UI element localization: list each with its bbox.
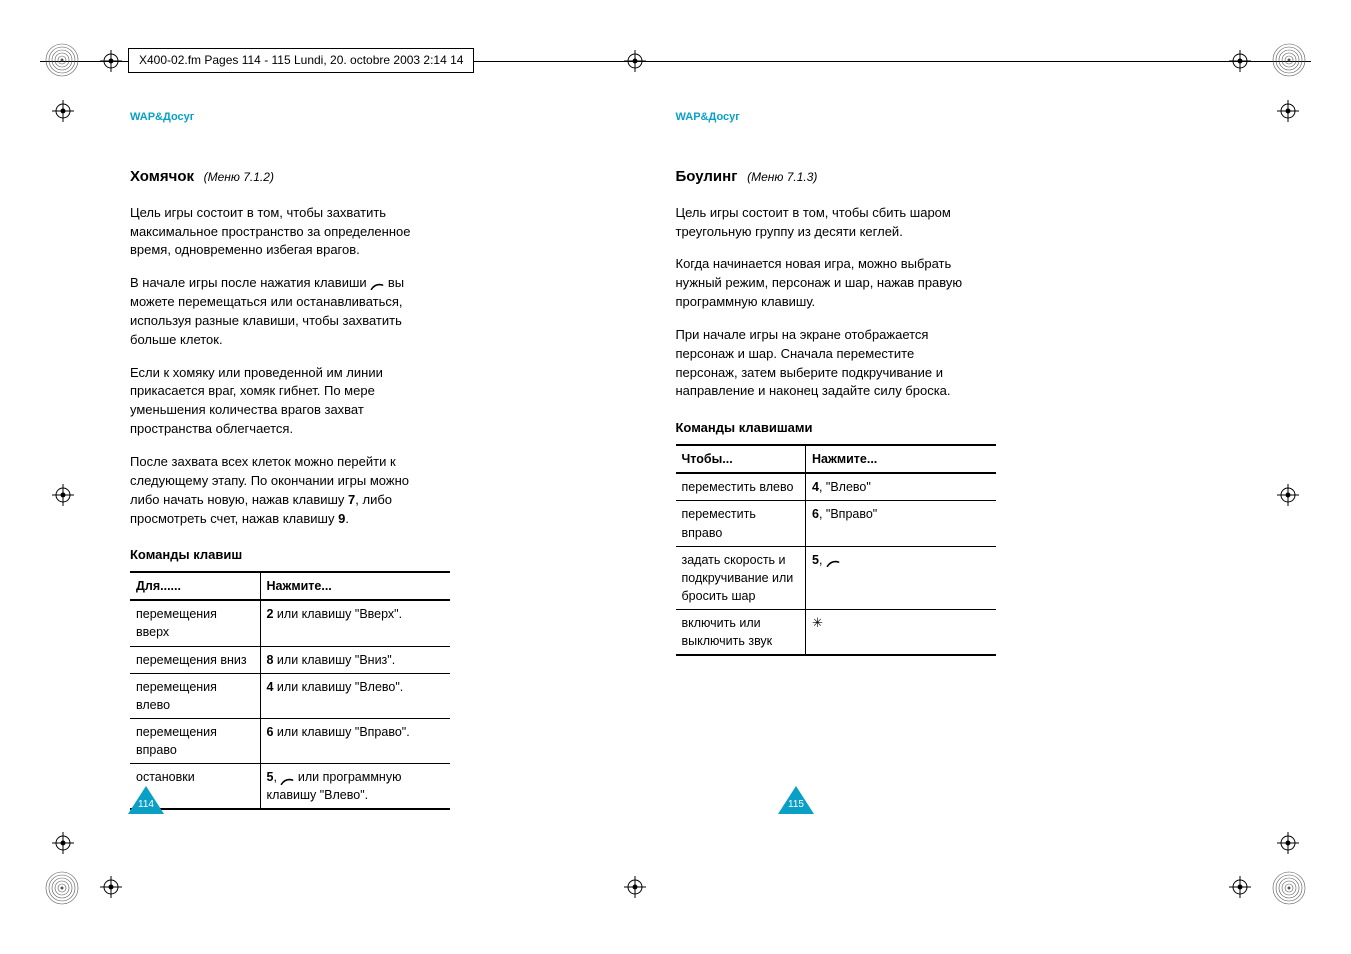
left-p2: В начале игры после нажатия клавиши вы м… (130, 274, 426, 349)
cell: включить или выключить звук (676, 610, 806, 656)
table-row: перемещения вверх 2 или клавишу "Вверх". (130, 600, 450, 646)
page-info-box: X400-02.fm Pages 114 - 115 Lundi, 20. oc… (128, 48, 474, 73)
cell: 5, (806, 546, 996, 609)
registration-mark-icon (52, 832, 74, 854)
registration-mark-icon (1277, 484, 1299, 506)
right-commands-table: Чтобы... Нажмите... переместить влево 4,… (676, 444, 996, 656)
left-col2-header: Нажмите... (260, 572, 450, 600)
left-p2a: В начале игры после нажатия клавиши (130, 275, 370, 290)
left-p3: Если к хомяку или проведенной им линии п… (130, 364, 426, 439)
page-number-left: 114 (136, 798, 156, 813)
section-label-right: WAP&Досуг (676, 110, 972, 126)
cell-text: или клавишу "Влево". (273, 680, 403, 694)
left-commands-table: Для...... Нажмите... перемещения вверх 2… (130, 571, 450, 810)
content-area: WAP&Досуг Хомячок (Меню 7.1.2) Цель игры… (130, 110, 1221, 810)
table-row: остановки 5, или программную клавишу "Вл… (130, 764, 450, 810)
cell-text: , (819, 553, 826, 567)
registration-mark-icon (52, 484, 74, 506)
registration-mark-icon (624, 50, 646, 72)
page-number-marker-right: 115 (778, 786, 814, 814)
registration-mark-icon (1229, 50, 1251, 72)
cell: 6, "Вправо" (806, 501, 996, 546)
table-row: перемещения влево 4 или клавишу "Влево". (130, 673, 450, 718)
right-col2-header: Нажмите... (806, 445, 996, 473)
cell: задать скорость и подкручивание или брос… (676, 546, 806, 609)
phone-key-icon (370, 279, 384, 289)
cell: 5, или программную клавишу "Влево". (260, 764, 450, 810)
cell: перемещения вправо (130, 718, 260, 763)
cell: перемещения вниз (130, 646, 260, 673)
table-header-row: Для...... Нажмите... (130, 572, 450, 600)
cell: 4, "Влево" (806, 473, 996, 501)
left-p1: Цель игры состоит в том, чтобы захватить… (130, 204, 426, 261)
phone-key-icon (280, 773, 294, 783)
title-hamster: Хомячок (130, 168, 194, 185)
right-col1-header: Чтобы... (676, 445, 806, 473)
right-page: WAP&Досуг Боулинг (Меню 7.1.3) Цель игры… (676, 110, 1222, 810)
cell: 6 или клавишу "Вправо". (260, 718, 450, 763)
key-num: 6 (812, 507, 819, 521)
cell-text: , "Вправо" (819, 507, 877, 521)
left-col1-header: Для...... (130, 572, 260, 600)
table-row: включить или выключить звук (676, 610, 996, 656)
guilloche-mark-icon (1271, 870, 1307, 906)
guilloche-mark-icon (1271, 42, 1307, 78)
phone-key-icon (826, 555, 840, 565)
title-row-right: Боулинг (Меню 7.1.3) (676, 166, 972, 188)
guilloche-mark-icon (44, 42, 80, 78)
cell: перемещения вверх (130, 600, 260, 646)
cell-text: или клавишу "Вправо". (273, 725, 409, 739)
right-p3: При начале игры на экране отображается п… (676, 326, 972, 401)
cell-text: или клавишу "Вниз". (273, 653, 395, 667)
cell (806, 610, 996, 656)
key-num: 4 (812, 480, 819, 494)
registration-mark-icon (1229, 876, 1251, 898)
key-num: 5 (812, 553, 819, 567)
left-p4: После захвата всех клеток можно перейти … (130, 453, 426, 528)
cell: 2 или клавишу "Вверх". (260, 600, 450, 646)
left-p4c: . (345, 511, 349, 526)
section-label-left: WAP&Досуг (130, 110, 426, 126)
right-p2: Когда начинается новая игра, можно выбра… (676, 255, 972, 312)
right-p1: Цель игры состоит в том, чтобы сбить шар… (676, 204, 972, 242)
table-row: переместить влево 4, "Влево" (676, 473, 996, 501)
table-row: переместить вправо 6, "Вправо" (676, 501, 996, 546)
left-page: WAP&Досуг Хомячок (Меню 7.1.2) Цель игры… (130, 110, 676, 810)
guilloche-mark-icon (44, 870, 80, 906)
table-row: задать скорость и подкручивание или брос… (676, 546, 996, 609)
menu-ref-right: (Меню 7.1.3) (747, 170, 817, 184)
cell: 8 или клавишу "Вниз". (260, 646, 450, 673)
registration-mark-icon (1277, 100, 1299, 122)
cell-text: или клавишу "Вверх". (273, 607, 402, 621)
page-number-right: 115 (786, 798, 806, 813)
cell: 4 или клавишу "Влево". (260, 673, 450, 718)
title-bowling: Боулинг (676, 168, 738, 185)
table-row: перемещения вниз 8 или клавишу "Вниз". (130, 646, 450, 673)
registration-mark-icon (624, 876, 646, 898)
registration-mark-icon (100, 876, 122, 898)
registration-mark-icon (100, 50, 122, 72)
registration-mark-icon (1277, 832, 1299, 854)
star-key-icon (812, 616, 823, 630)
menu-ref-left: (Меню 7.1.2) (204, 170, 274, 184)
right-table-title: Команды клавишами (676, 419, 972, 438)
table-header-row: Чтобы... Нажмите... (676, 445, 996, 473)
page-number-marker-left: 114 (128, 786, 164, 814)
cell-text: , "Влево" (819, 480, 871, 494)
cell: переместить влево (676, 473, 806, 501)
registration-mark-icon (52, 100, 74, 122)
cell: перемещения влево (130, 673, 260, 718)
left-table-title: Команды клавиш (130, 546, 426, 565)
cell: переместить вправо (676, 501, 806, 546)
table-row: перемещения вправо 6 или клавишу "Вправо… (130, 718, 450, 763)
page-info-text: X400-02.fm Pages 114 - 115 Lundi, 20. oc… (139, 53, 463, 67)
title-row-left: Хомячок (Меню 7.1.2) (130, 166, 426, 188)
key-num: 5 (267, 770, 274, 784)
